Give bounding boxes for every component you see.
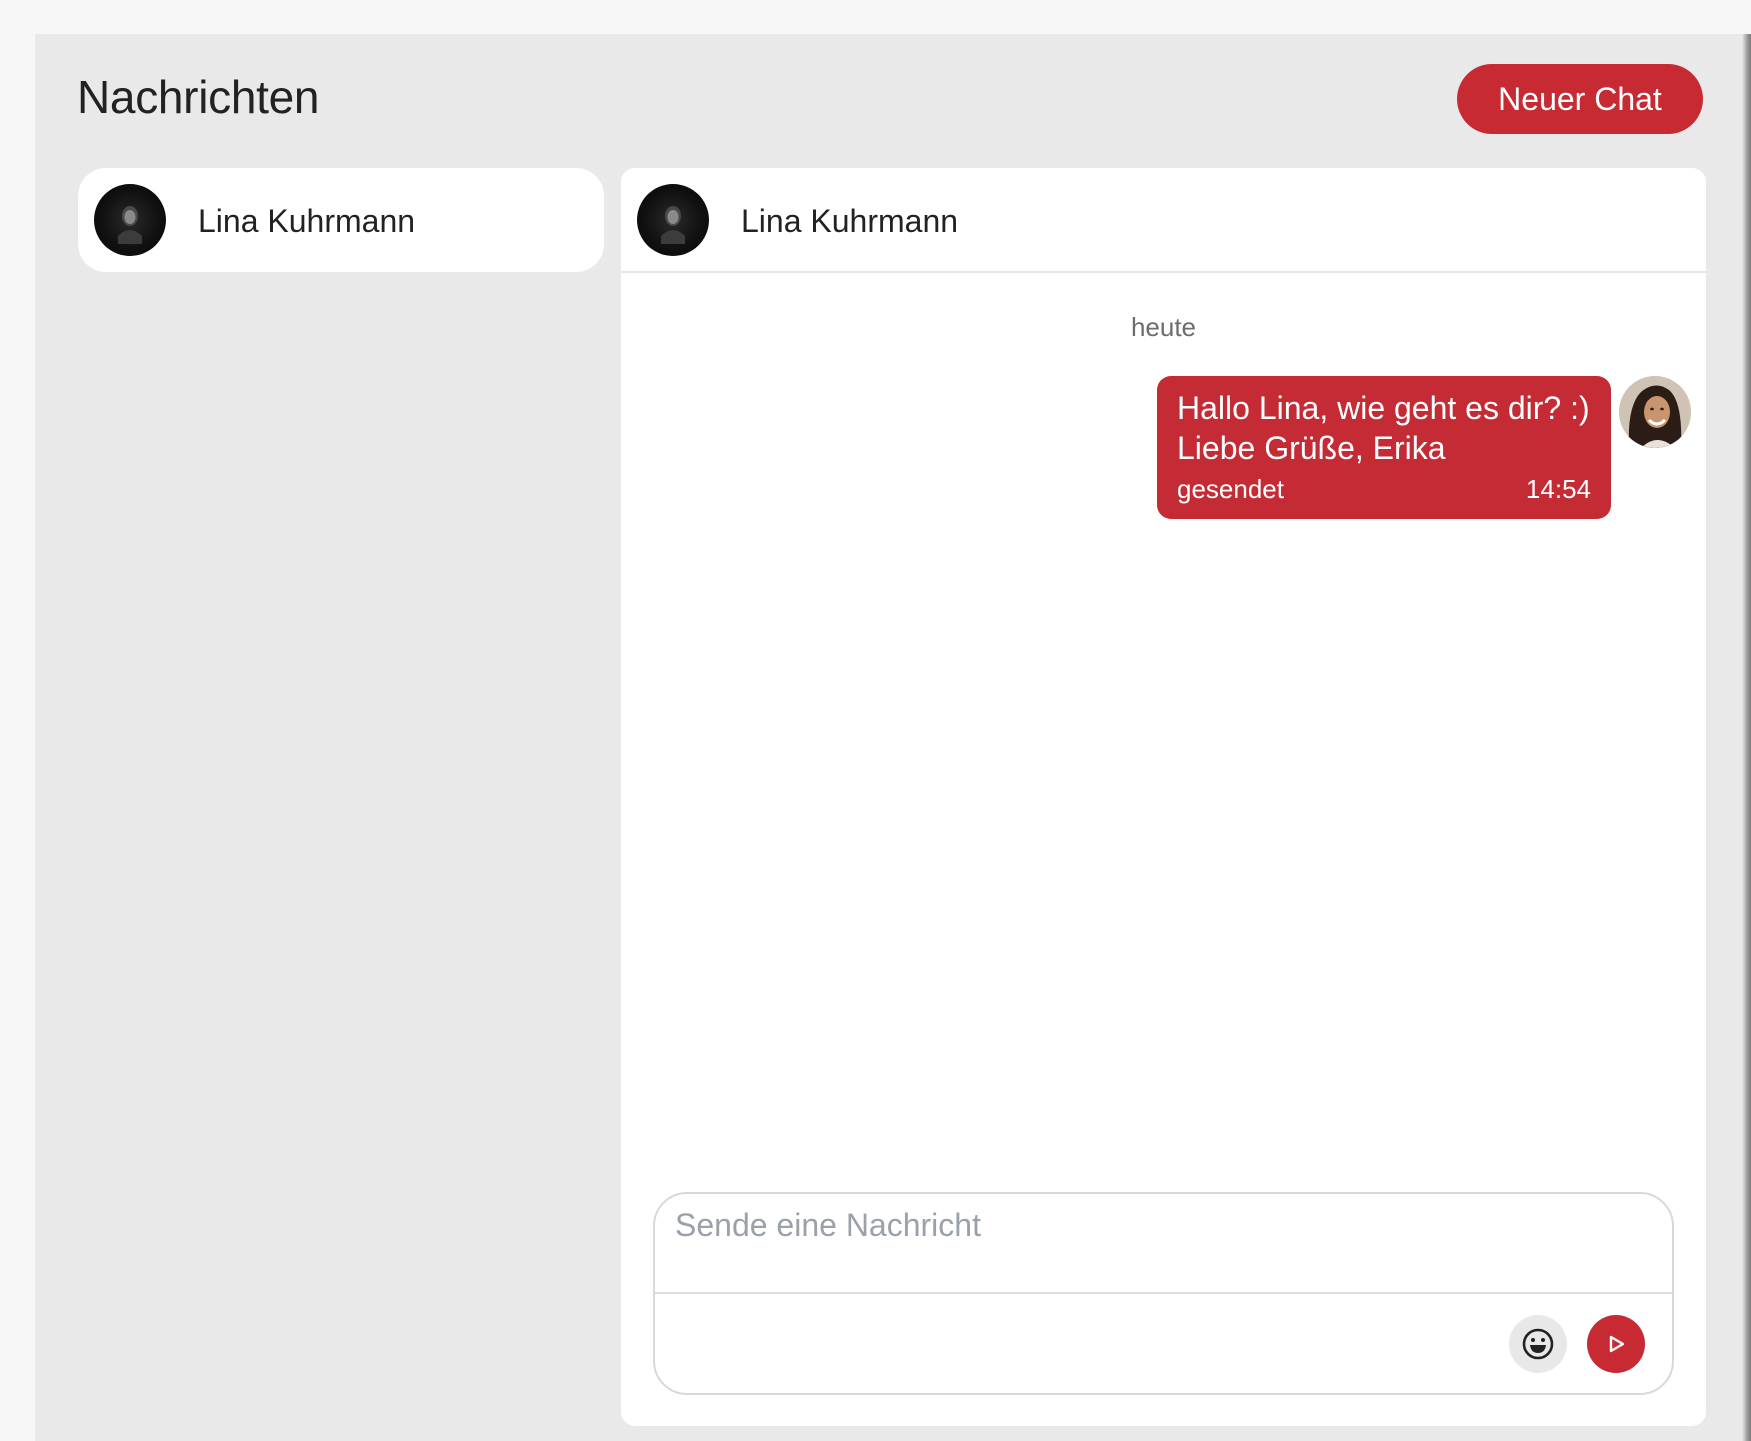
window-edge xyxy=(1742,34,1751,1441)
message-status: gesendet xyxy=(1177,474,1284,504)
message-text: Hallo Lina, wie geht es dir? :) Liebe Gr… xyxy=(1177,390,1590,466)
message-time: 14:54 xyxy=(1525,474,1591,504)
emoji-button[interactable] xyxy=(1509,1315,1567,1373)
new-chat-button[interactable]: Neuer Chat xyxy=(1457,64,1703,134)
user-photo-avatar-icon xyxy=(1619,376,1691,448)
chat-partner-avatar xyxy=(637,184,709,256)
send-icon xyxy=(1609,1335,1625,1353)
sender-avatar xyxy=(1619,376,1691,448)
page-title: Nachrichten xyxy=(77,71,320,123)
contact-avatar xyxy=(94,184,166,256)
chat-header: Lina Kuhrmann xyxy=(621,168,1706,273)
contact-list: Lina Kuhrmann xyxy=(78,168,604,272)
smiley-icon xyxy=(1522,1328,1554,1360)
chat-partner-name: Lina Kuhrmann xyxy=(741,203,959,239)
chat-panel: Lina Kuhrmann heute Hallo Lina, wie geht… xyxy=(621,168,1706,1426)
send-button[interactable] xyxy=(1587,1315,1645,1373)
user-photo-avatar-icon xyxy=(118,206,142,244)
day-separator: heute xyxy=(1130,312,1197,342)
message-bubble: Hallo Lina, wie geht es dir? :) Liebe Gr… xyxy=(1157,376,1611,519)
message-composer xyxy=(653,1192,1674,1395)
contact-list-item[interactable]: Lina Kuhrmann xyxy=(78,168,604,272)
contact-name: Lina Kuhrmann xyxy=(198,203,416,239)
user-photo-avatar-icon xyxy=(661,206,685,244)
message-input[interactable] xyxy=(655,1194,1672,1294)
